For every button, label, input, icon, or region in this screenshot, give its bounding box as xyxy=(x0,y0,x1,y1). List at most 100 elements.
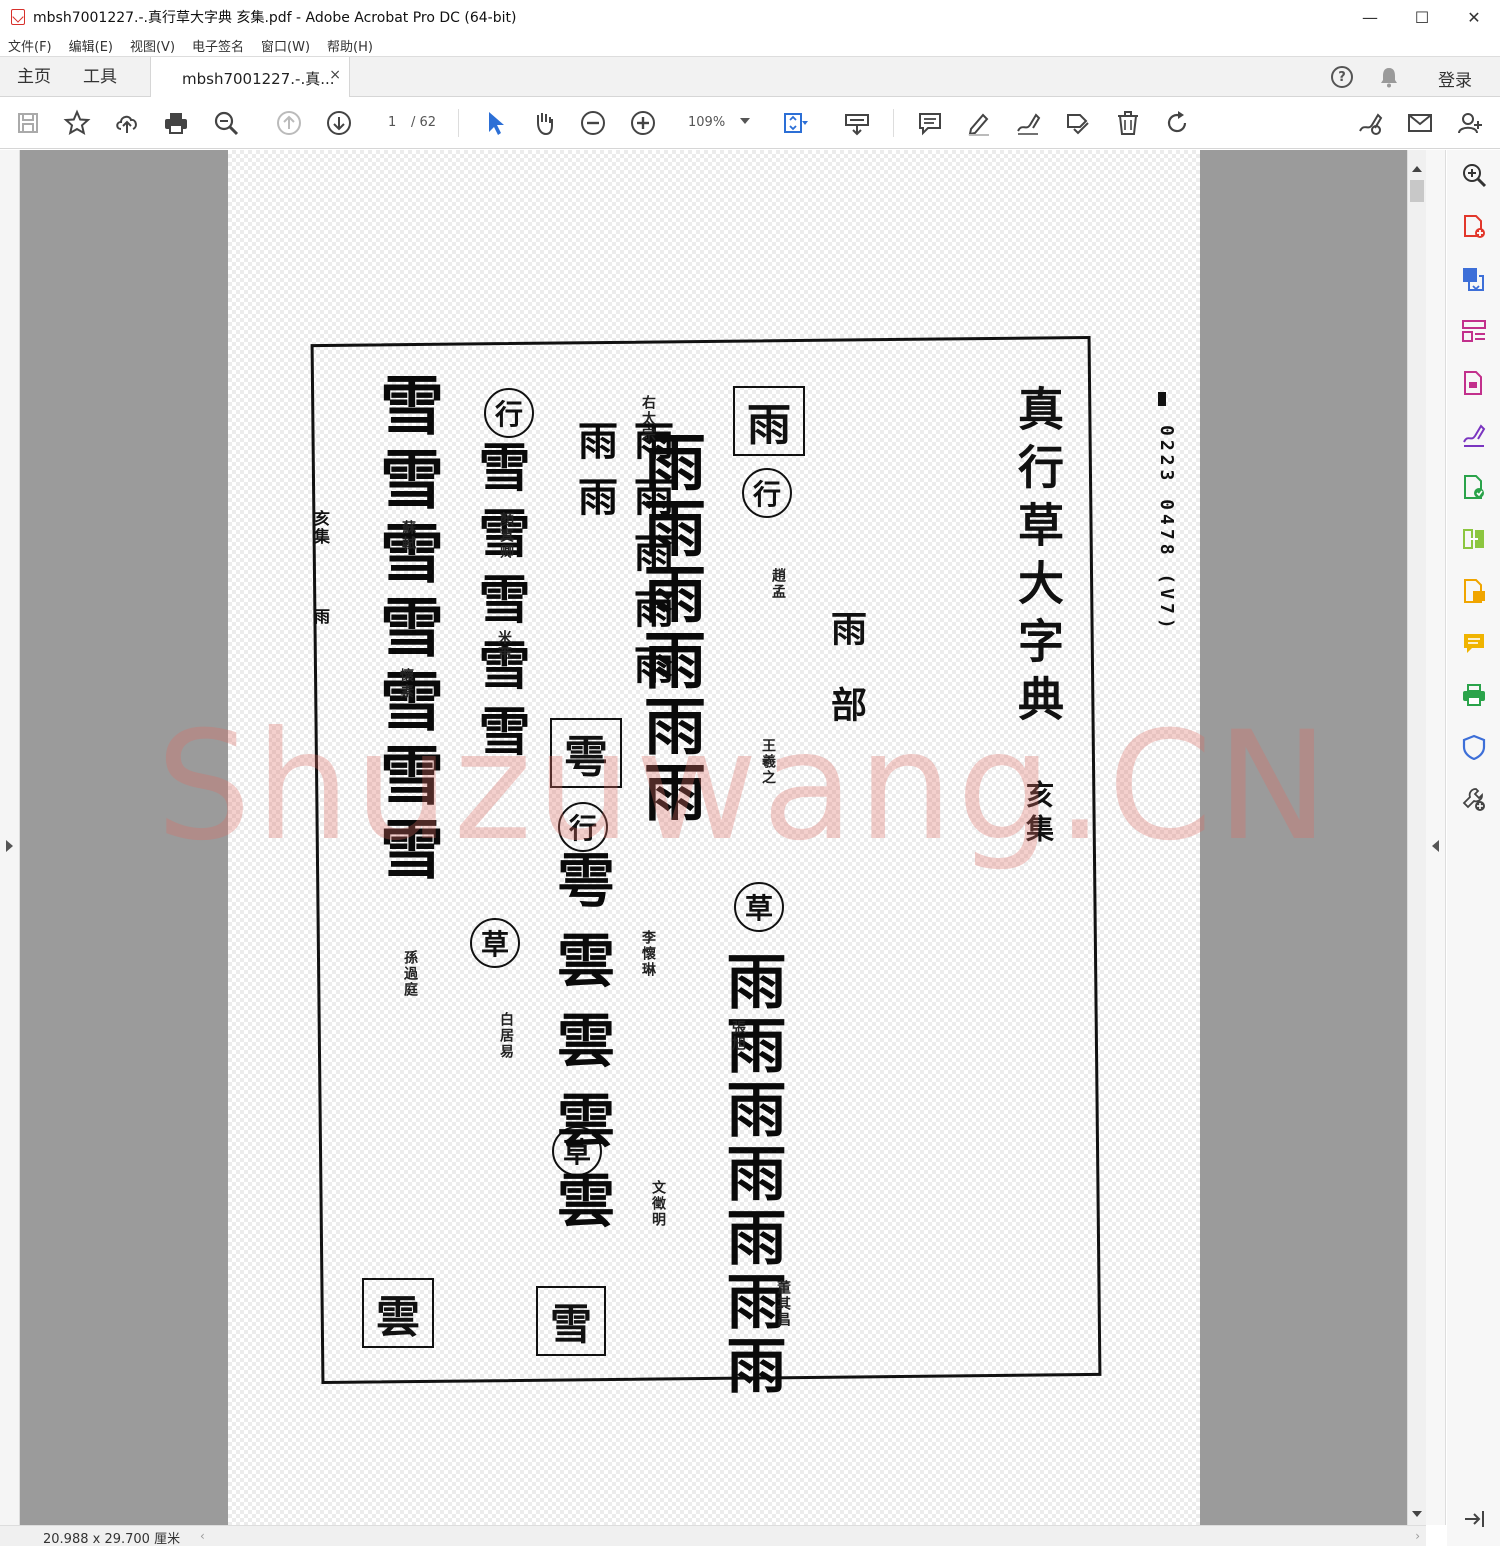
menu-view[interactable]: 视图(V) xyxy=(130,36,175,55)
fit-page-icon[interactable] xyxy=(781,109,809,137)
menu-bar: 文件(F) 编辑(E) 视图(V) 电子签名 窗口(W) 帮助(H) xyxy=(0,34,1500,56)
delete-icon[interactable] xyxy=(1114,109,1142,137)
tab-document[interactable]: mbsh7001227.-.真... × xyxy=(150,57,350,98)
zoom-in-icon[interactable] xyxy=(629,109,657,137)
create-pdf-icon[interactable] xyxy=(1461,214,1487,240)
attribution-note: 米芾 xyxy=(496,630,512,662)
zoom-panel-icon[interactable] xyxy=(1461,162,1487,188)
keyboard-icon[interactable] xyxy=(843,109,871,137)
page-dimensions: 20.988 x 29.700 厘米 xyxy=(43,1532,181,1546)
more-tools-icon[interactable] xyxy=(1461,786,1487,812)
expand-panel-icon[interactable] xyxy=(1461,1506,1487,1532)
fill-sign-icon[interactable] xyxy=(1356,109,1384,137)
bookmark-star-icon[interactable] xyxy=(63,109,91,137)
upload-cloud-icon[interactable] xyxy=(113,109,141,137)
menu-edit[interactable]: 编辑(E) xyxy=(69,36,113,55)
close-tab-icon[interactable]: × xyxy=(329,67,341,83)
scroll-right-icon[interactable]: › xyxy=(1415,1529,1420,1543)
page-number-field[interactable]: 1 / 62 xyxy=(376,110,444,136)
combine-icon[interactable] xyxy=(1461,526,1487,552)
edit-pdf-icon[interactable] xyxy=(1461,370,1487,396)
login-link[interactable]: 登录 xyxy=(1438,66,1472,91)
attribution-note: 蘇軾 xyxy=(400,520,416,552)
save-icon[interactable] xyxy=(14,109,42,137)
calligraphy-column: 雨雨雨雨雨雨雨 xyxy=(716,950,786,1398)
entry-heading-char: 雲 xyxy=(362,1278,434,1348)
menu-e-signature[interactable]: 电子签名 xyxy=(192,36,244,55)
highlight-pen-icon[interactable] xyxy=(965,109,993,137)
chevron-down-icon xyxy=(740,118,750,124)
calligraphy-column: 雩雲雲雲雲 xyxy=(547,850,615,1250)
script-style-label: 行 xyxy=(742,468,792,518)
margin-mark xyxy=(1158,392,1166,406)
zoom-search-icon[interactable] xyxy=(212,109,240,137)
script-style-label: 草 xyxy=(734,882,784,932)
current-page: 1 xyxy=(388,115,397,130)
vertical-scrollbar[interactable] xyxy=(1407,150,1426,1525)
stamp-icon[interactable] xyxy=(1064,109,1092,137)
scroll-down-icon[interactable] xyxy=(1412,1511,1422,1517)
calligraphy-column: 雨雨雨雨雨雨雨 xyxy=(571,420,674,700)
toolbar-divider xyxy=(893,109,894,137)
close-window-button[interactable]: ✕ xyxy=(1448,0,1500,34)
export-convert-icon[interactable] xyxy=(1461,474,1487,500)
hand-pan-icon[interactable] xyxy=(530,109,558,137)
script-style-label: 行 xyxy=(484,388,534,438)
attribution-note: 文徵明 xyxy=(650,1180,666,1228)
site-watermark: Shuzuwang.CN xyxy=(156,700,1333,874)
attribution-note: 張旭 xyxy=(730,1020,746,1052)
menu-help[interactable]: 帮助(H) xyxy=(327,36,373,55)
comment-panel-icon[interactable] xyxy=(1461,630,1487,656)
draw-sign-icon[interactable] xyxy=(1014,109,1042,137)
attribution-note: 白居易 xyxy=(498,1012,514,1060)
attribution-note: 李懷琳 xyxy=(640,930,656,978)
toolbar-divider xyxy=(458,109,459,137)
side-label-volume: 亥集 xyxy=(311,510,330,546)
protect-icon[interactable] xyxy=(1461,734,1487,761)
tab-tools[interactable]: 工具 xyxy=(83,57,117,97)
main-toolbar: 1 / 62 109% xyxy=(0,97,1500,149)
compress-icon[interactable] xyxy=(1461,578,1487,604)
print-icon[interactable] xyxy=(162,109,190,137)
notification-bell-icon[interactable] xyxy=(1379,66,1399,88)
tools-pane xyxy=(1447,150,1500,1546)
rotate-icon[interactable] xyxy=(1163,109,1191,137)
expand-left-panel-icon[interactable] xyxy=(6,840,13,852)
entry-heading-char: 雨 xyxy=(733,386,805,456)
acrobat-pdf-icon xyxy=(11,9,25,25)
help-icon[interactable]: ? xyxy=(1331,66,1353,88)
zoom-level-dropdown[interactable]: 109% xyxy=(680,110,754,136)
export-pdf-icon[interactable] xyxy=(1461,266,1487,292)
collapse-right-panel-icon[interactable] xyxy=(1432,840,1439,852)
page-down-icon[interactable] xyxy=(325,109,353,137)
attribution-note: 顏真卿 xyxy=(498,512,514,560)
window-title: mbsh7001227.-.真行草大字典 亥集.pdf - Adobe Acro… xyxy=(33,10,517,26)
title-bar: mbsh7001227.-.真行草大字典 亥集.pdf - Adobe Acro… xyxy=(0,0,1500,34)
select-arrow-icon[interactable] xyxy=(481,109,509,137)
scroll-up-icon[interactable] xyxy=(1412,166,1422,172)
margin-note: 0223 0478 (V7) xyxy=(1156,425,1177,633)
book-title: 真行草大字典 xyxy=(1011,385,1065,733)
scroll-thumb[interactable] xyxy=(1410,180,1424,202)
document-tab-label: mbsh7001227.-.真... xyxy=(182,70,335,88)
organize-pages-icon[interactable] xyxy=(1461,318,1487,344)
page-up-icon[interactable] xyxy=(275,109,303,137)
add-user-icon[interactable] xyxy=(1456,109,1484,137)
menu-file[interactable]: 文件(F) xyxy=(8,36,52,55)
sign-icon[interactable] xyxy=(1461,422,1487,448)
tab-home[interactable]: 主页 xyxy=(17,57,51,97)
tab-bar: 主页 工具 mbsh7001227.-.真... × ? 登录 xyxy=(0,56,1500,98)
attribution-note: 右太宗 xyxy=(640,395,656,443)
maximize-button[interactable]: ☐ xyxy=(1396,0,1448,34)
print-production-icon[interactable] xyxy=(1461,682,1487,708)
menu-window[interactable]: 窗口(W) xyxy=(261,36,310,55)
comment-icon[interactable] xyxy=(916,109,944,137)
left-navigation-strip xyxy=(0,150,20,1525)
zoom-out-icon[interactable] xyxy=(579,109,607,137)
email-icon[interactable] xyxy=(1406,109,1434,137)
minimize-button[interactable]: — xyxy=(1344,0,1396,34)
window-controls: — ☐ ✕ xyxy=(1344,0,1500,34)
scroll-left-icon[interactable]: ‹ xyxy=(200,1529,205,1543)
attribution-note: 董其昌 xyxy=(775,1280,791,1328)
status-bar: 20.988 x 29.700 厘米 ‹ › xyxy=(0,1525,1426,1546)
